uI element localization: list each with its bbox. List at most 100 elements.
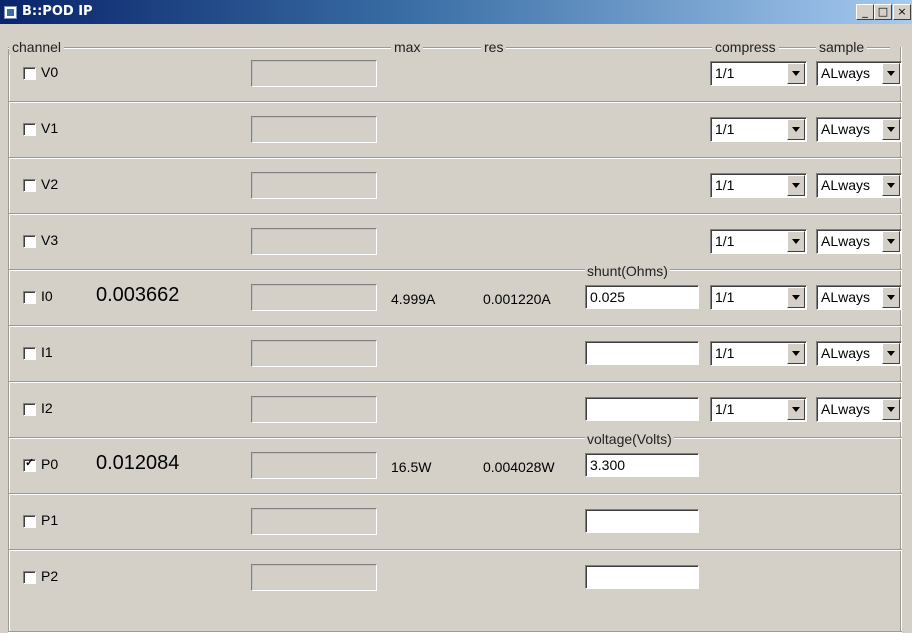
compress-select[interactable]: 1/1 <box>710 229 807 254</box>
channel-checkbox[interactable] <box>23 235 36 248</box>
compress-select[interactable]: 1/1 <box>710 117 807 142</box>
chevron-down-icon[interactable] <box>882 231 900 252</box>
chevron-down-icon[interactable] <box>882 175 900 196</box>
channel-checkbox[interactable] <box>23 515 36 528</box>
sample-select[interactable]: ALways <box>816 117 902 142</box>
maximize-button[interactable]: □ <box>874 4 892 20</box>
compress-value: 1/1 <box>715 401 735 417</box>
sample-value: ALways <box>821 345 871 361</box>
compress-value: 1/1 <box>715 345 735 361</box>
sub-field-label: shunt(Ohms) <box>585 263 670 279</box>
sample-select[interactable]: ALways <box>816 229 902 254</box>
sample-value: ALways <box>821 65 871 81</box>
sample-select[interactable]: ALways <box>816 61 902 86</box>
compress-select[interactable]: 1/1 <box>710 341 807 366</box>
channel-name: I1 <box>41 344 53 360</box>
sub-field-label: voltage(Volts) <box>585 431 674 447</box>
channel-readout-field <box>251 172 377 199</box>
window-icon[interactable] <box>4 6 17 19</box>
compress-select[interactable]: 1/1 <box>710 397 807 422</box>
channel-row: V0 1/1 ALways <box>9 47 903 103</box>
channel-readout-field <box>251 284 377 311</box>
channel-checkbox[interactable] <box>23 403 36 416</box>
channel-name: V0 <box>41 64 59 80</box>
chevron-down-icon[interactable] <box>787 343 805 364</box>
channel-name: V1 <box>41 120 59 136</box>
chevron-down-icon[interactable] <box>787 231 805 252</box>
sample-value: ALways <box>821 121 871 137</box>
sample-select[interactable]: ALways <box>816 173 902 198</box>
channel-checkbox[interactable] <box>23 123 36 136</box>
channel-row: P0 0.012084 16.5W 0.004028W voltage(Volts) 3.… <box>9 431 903 495</box>
compress-value: 1/1 <box>715 289 735 305</box>
sample-value: ALways <box>821 233 871 249</box>
channel-checkbox[interactable] <box>23 291 36 304</box>
max-value: 4.999A <box>391 291 436 307</box>
channel-value: 0.012084 <box>96 452 180 474</box>
chevron-down-icon[interactable] <box>882 63 900 84</box>
sample-value: ALways <box>821 401 871 417</box>
title-bar[interactable]: B::POD IP _ □ × <box>0 0 912 24</box>
sub-field-input[interactable] <box>585 509 699 533</box>
channel-name: I0 <box>41 288 53 304</box>
chevron-down-icon[interactable] <box>787 287 805 308</box>
channel-name: V2 <box>41 176 59 192</box>
sub-field-input[interactable] <box>585 397 699 421</box>
chevron-down-icon[interactable] <box>787 119 805 140</box>
channel-row: I0 0.003662 4.999A 0.001220A shunt(Ohms) 0.02… <box>9 263 903 327</box>
sample-select[interactable]: ALways <box>816 285 902 310</box>
pod-panel: channel max res compress sample V0 1/1 ALw… <box>0 24 912 633</box>
channel-readout-field <box>251 116 377 143</box>
channel-name: V3 <box>41 232 59 248</box>
sample-select[interactable]: ALways <box>816 341 902 366</box>
sub-field-input[interactable]: 0.025 <box>585 285 699 309</box>
compress-value: 1/1 <box>715 233 735 249</box>
chevron-down-icon[interactable] <box>787 175 805 196</box>
channel-row: V1 1/1 ALways <box>9 103 903 159</box>
channel-name: P0 <box>41 456 59 472</box>
channel-row: P2 <box>9 551 903 607</box>
chevron-down-icon[interactable] <box>882 343 900 364</box>
minimize-button[interactable]: _ <box>856 4 874 20</box>
channel-name: I2 <box>41 400 53 416</box>
channel-readout-field <box>251 452 377 479</box>
channel-checkbox[interactable] <box>23 571 36 584</box>
chevron-down-icon[interactable] <box>882 399 900 420</box>
compress-select[interactable]: 1/1 <box>710 173 807 198</box>
window-title: B::POD IP <box>22 4 93 19</box>
compress-value: 1/1 <box>715 65 735 81</box>
channel-row: V3 1/1 ALways <box>9 215 903 271</box>
channel-readout-field <box>251 508 377 535</box>
channel-row: P1 <box>9 495 903 551</box>
channel-row: V2 1/1 ALways <box>9 159 903 215</box>
channel-readout-field <box>251 396 377 423</box>
res-value: 0.004028W <box>483 459 555 475</box>
channel-value: 0.003662 <box>96 284 180 306</box>
chevron-down-icon[interactable] <box>882 119 900 140</box>
channel-checkbox[interactable] <box>23 179 36 192</box>
channel-name: P1 <box>41 512 59 528</box>
max-value: 16.5W <box>391 459 432 475</box>
channel-checkbox[interactable] <box>23 347 36 360</box>
close-button[interactable]: × <box>893 4 911 20</box>
sample-select[interactable]: ALways <box>816 397 902 422</box>
compress-value: 1/1 <box>715 121 735 137</box>
channel-readout-field <box>251 564 377 591</box>
channel-readout-field <box>251 228 377 255</box>
channel-name: P2 <box>41 568 59 584</box>
sample-value: ALways <box>821 177 871 193</box>
channel-row: I1 1/1 ALways <box>9 327 903 383</box>
chevron-down-icon[interactable] <box>787 63 805 84</box>
chevron-down-icon[interactable] <box>787 399 805 420</box>
compress-select[interactable]: 1/1 <box>710 61 807 86</box>
chevron-down-icon[interactable] <box>882 287 900 308</box>
sub-field-input[interactable] <box>585 565 699 589</box>
channel-checkbox[interactable] <box>23 456 36 472</box>
compress-select[interactable]: 1/1 <box>710 285 807 310</box>
channel-row: I2 1/1 ALways <box>9 383 903 439</box>
channel-checkbox[interactable] <box>23 67 36 80</box>
compress-value: 1/1 <box>715 177 735 193</box>
sub-field-input[interactable] <box>585 341 699 365</box>
sample-value: ALways <box>821 289 871 305</box>
sub-field-input[interactable]: 3.300 <box>585 453 699 477</box>
